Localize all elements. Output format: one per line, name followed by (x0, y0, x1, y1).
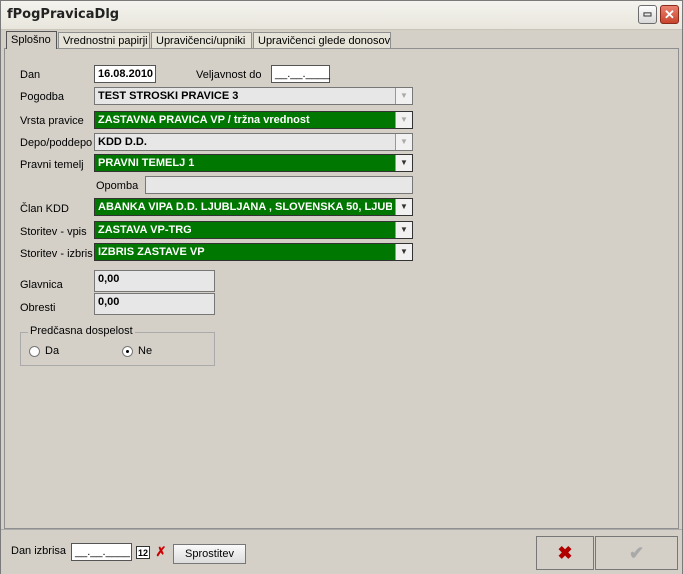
tab-upravicenci-upniki[interactable]: Upravičenci/upniki (151, 32, 252, 48)
veljavnost-field[interactable]: __.__.____ (271, 65, 330, 83)
predcasna-dospelost-group: Predčasna dospelost Da Ne (20, 325, 215, 366)
clan-kdd-value: ABANKA VIPA D.D. LJUBLJANA , SLOVENSKA 5… (98, 201, 392, 213)
radio-selected-dot (126, 350, 129, 353)
tab-label: Vrednostni papirji (63, 35, 148, 47)
pogodba-select[interactable]: TEST STROSKI PRAVICE 3 ▼ (94, 87, 413, 105)
dan-value: 16.08.2010 (98, 68, 154, 80)
predcasna-dospelost-title: Predčasna dospelost (28, 325, 135, 337)
opomba-field[interactable] (145, 176, 413, 194)
dan-field[interactable]: 16.08.2010 (94, 65, 156, 83)
sprostitev-button[interactable]: Sprostitev (173, 544, 246, 564)
glavnica-field[interactable]: 0,00 (94, 270, 215, 292)
pogodba-value: TEST STROSKI PRAVICE 3 (98, 90, 239, 102)
radio-ne-label: Ne (138, 345, 153, 357)
storitev-vpis-select[interactable]: ZASTAVA VP-TRG ▼ (94, 221, 413, 239)
minimize-button[interactable]: ▭ (638, 5, 657, 24)
depo-label: Depo/poddepo (20, 137, 93, 149)
dan-label: Dan (20, 69, 41, 81)
chevron-down-icon: ▼ (395, 222, 412, 238)
calendar-icon[interactable]: 12 (136, 546, 150, 559)
obresti-value: 0,00 (98, 296, 120, 308)
depo-value: KDD D.D. (98, 136, 147, 148)
title-bar: fPogPravicaDlg ▭ ✕ (1, 1, 682, 30)
ok-button[interactable]: ✔ (595, 536, 678, 570)
close-icon: ✕ (664, 7, 675, 22)
bottom-bar: Dan izbrisa __.__.____ 12 ✗ Sprostitev ✖… (1, 529, 682, 574)
veljavnost-label: Veljavnost do (196, 69, 262, 81)
storitev-izbris-value: IZBRIS ZASTAVE VP (98, 246, 205, 258)
dialog-window: fPogPravicaDlg ▭ ✕ Splošno Vrednostni pa… (0, 0, 683, 574)
radio-da[interactable] (29, 346, 40, 357)
tab-label: Upravičenci/upniki (156, 35, 246, 47)
clan-kdd-select[interactable]: ABANKA VIPA D.D. LJUBLJANA , SLOVENSKA 5… (94, 198, 413, 216)
obresti-field[interactable]: 0,00 (94, 293, 215, 315)
tab-label: Splošno (11, 34, 51, 46)
cancel-button[interactable]: ✖ (536, 536, 594, 570)
clear-date-icon[interactable]: ✗ (154, 544, 168, 560)
vrsta-pravice-label: Vrsta pravice (20, 115, 84, 127)
pogodba-label: Pogodba (20, 91, 65, 103)
storitev-izbris-label: Storitev - izbris (20, 248, 93, 260)
vrsta-pravice-value: ZASTAVNA PRAVICA VP / tržna vrednost (98, 114, 310, 126)
tab-splosno[interactable]: Splošno (6, 31, 57, 49)
glavnica-label: Glavnica (20, 279, 63, 291)
pravni-temelj-select[interactable]: PRAVNI TEMELJ 1 ▼ (94, 154, 413, 172)
dan-izbrisa-field[interactable]: __.__.____ (71, 543, 132, 561)
depo-select[interactable]: KDD D.D. ▼ (94, 133, 413, 151)
glavnica-value: 0,00 (98, 273, 120, 285)
chevron-down-icon: ▼ (395, 112, 412, 128)
window-title: fPogPravicaDlg (7, 7, 120, 22)
chevron-down-icon: ▼ (395, 134, 412, 150)
chevron-down-icon: ▼ (395, 155, 412, 171)
chevron-down-icon: ▼ (395, 244, 412, 260)
close-button[interactable]: ✕ (660, 5, 679, 24)
radio-ne[interactable] (122, 346, 133, 357)
clan-kdd-label: Član KDD (20, 203, 69, 215)
tab-upravicenci-glede-donosov[interactable]: Upravičenci glede donosov (253, 32, 391, 48)
vrsta-pravice-select[interactable]: ZASTAVNA PRAVICA VP / tržna vrednost ▼ (94, 111, 413, 129)
tab-label: Upravičenci glede donosov (258, 35, 391, 47)
opomba-label: Opomba (96, 180, 139, 192)
chevron-down-icon: ▼ (395, 88, 412, 104)
obresti-label: Obresti (20, 302, 56, 314)
checkmark-icon: ✔ (628, 543, 645, 563)
tab-vrednostni-papirji[interactable]: Vrednostni papirji (58, 32, 150, 48)
pravni-temelj-label: Pravni temelj (20, 159, 84, 171)
cancel-icon: ✖ (557, 543, 573, 563)
minimize-icon: ▭ (642, 9, 653, 20)
veljavnost-value: __.__.____ (275, 68, 331, 80)
dan-izbrisa-value: __.__.____ (75, 546, 131, 558)
storitev-vpis-value: ZASTAVA VP-TRG (98, 224, 192, 236)
chevron-down-icon: ▼ (395, 199, 412, 215)
storitev-vpis-label: Storitev - vpis (20, 226, 87, 238)
dan-izbrisa-label: Dan izbrisa (11, 545, 67, 557)
storitev-izbris-select[interactable]: IZBRIS ZASTAVE VP ▼ (94, 243, 413, 261)
radio-da-label: Da (45, 345, 60, 357)
pravni-temelj-value: PRAVNI TEMELJ 1 (98, 157, 195, 169)
